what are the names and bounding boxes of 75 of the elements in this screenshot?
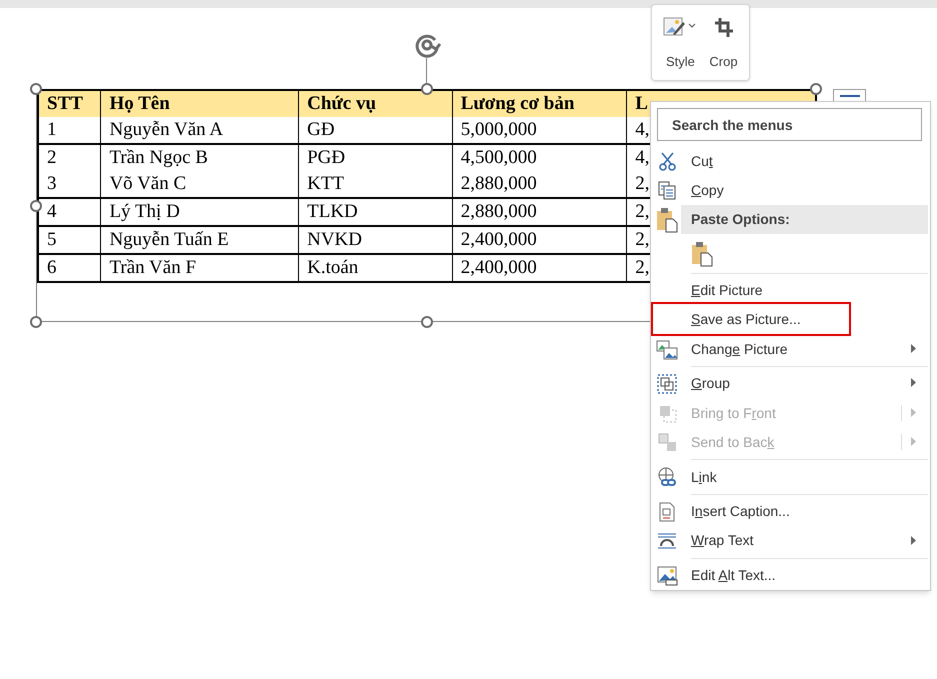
table-cell: 2, [635,229,650,250]
link-icon [657,467,677,488]
change-picture-icon [656,340,678,360]
picture-style-icon [663,16,698,38]
menu-item[interactable]: Save as Picture... [651,305,930,335]
menu-item[interactable]: Edit Picture [651,276,930,306]
table-cell: 4, [635,119,650,140]
submenu-arrow-icon [911,408,916,417]
resize-handle[interactable] [421,316,433,328]
scissors-icon [658,152,676,171]
resize-handle[interactable] [30,316,42,328]
table-cell: 2, [635,201,650,222]
table-cell: Trần Văn F [109,257,196,278]
column-header: L [635,93,648,114]
menu-item[interactable]: Insert Caption... [651,496,930,526]
table-cell: 4,500,000 [460,147,537,168]
group-icon [657,374,677,394]
search-field[interactable]: Search the menus [657,108,922,142]
menu-item[interactable]: Link [651,462,930,492]
table-cell: 6 [47,257,56,278]
column-header: Chức vụ [307,93,376,114]
table-cell: GĐ [307,119,335,140]
column-header: STT [47,93,83,114]
table-cell: TLKD [307,201,358,222]
table-cell: 4 [47,201,56,222]
table-cell: 2,880,000 [460,173,537,194]
table-cell: 3 [47,173,56,194]
table-cell: 2 [47,147,56,168]
table-cell: 2,400,000 [460,257,537,278]
table-cell: PGĐ [307,147,346,168]
table-cell: 5 [47,229,56,250]
table-cell: Võ Văn C [109,173,186,194]
menu-section-header: Paste Options: [681,205,928,234]
resize-handle[interactable] [810,83,822,95]
caption-icon [659,502,675,522]
menu-item[interactable]: Cut [651,146,930,176]
submenu-arrow-icon [911,378,916,388]
send-to-back-icon [658,433,676,452]
table-cell: 2,400,000 [460,229,537,250]
rotate-handle-icon[interactable] [413,32,443,59]
table-cell: 1 [47,119,56,140]
crop-icon [714,16,734,38]
table-cell: 2,880,000 [460,201,537,222]
copy-icon [658,181,676,200]
paste-keep-format-icon[interactable] [691,241,713,268]
column-header: Họ Tên [109,93,170,114]
table-cell: 5,000,000 [460,119,537,140]
table-cell: NVKD [307,229,362,250]
submenu-arrow-icon [911,536,916,545]
menu-item[interactable]: Edit Alt Text... [651,560,930,590]
table-cell: KTT [307,173,344,194]
table-cell: Nguyễn Tuấn E [109,229,229,250]
column-header: Lương cơ bản [460,93,574,114]
submenu-arrow-icon [911,344,916,354]
table-cell: K.toán [307,257,358,278]
table-cell: 2, [635,173,650,194]
table-cell: Nguyễn Văn A [109,119,224,140]
resize-handle[interactable] [421,83,433,95]
submenu-arrow-icon [911,437,916,446]
resize-handle[interactable] [30,200,42,212]
menu-item[interactable]: Wrap Text [651,526,930,556]
menu-item[interactable]: Change Picture [651,334,930,364]
table-cell: 4, [635,147,650,168]
table-cell: Trần Ngọc B [109,147,208,168]
toolbar-button[interactable]: Crop [706,16,741,80]
toolbar-button[interactable]: Style [660,16,700,80]
resize-handle[interactable] [30,83,42,95]
table-cell: Lý Thị D [109,201,180,222]
wrap-text-icon [657,532,677,550]
clipboard-icon [656,207,678,234]
menu-item[interactable]: Group [651,369,930,398]
menu-item[interactable]: Copy [651,176,930,206]
bring-to-front-icon [658,404,676,423]
alt-text-icon [656,566,678,586]
table-cell: 2, [635,257,650,278]
